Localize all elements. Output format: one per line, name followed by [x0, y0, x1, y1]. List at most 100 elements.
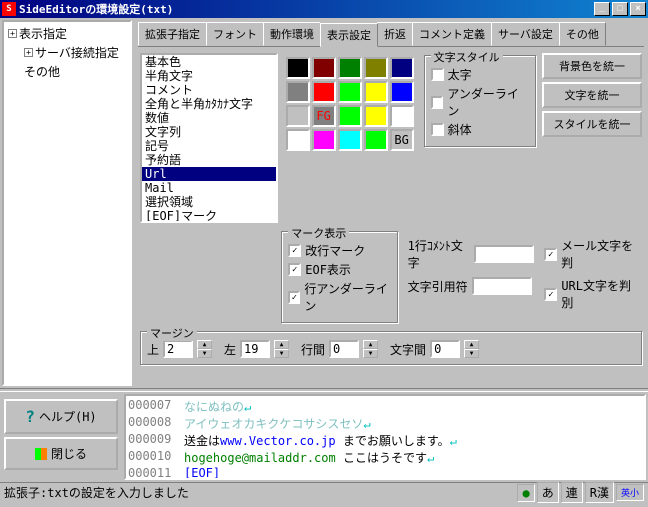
group-legend: 文字スタイル	[431, 49, 503, 65]
ime-cell: 連	[561, 482, 583, 503]
help-button[interactable]: ?ヘルプ(H)	[4, 399, 118, 434]
titlebar: S SideEditorの環境設定(txt) _ □ ×	[0, 0, 648, 18]
list-item[interactable]: 数値	[142, 111, 276, 125]
color-swatch[interactable]	[390, 57, 414, 79]
color-swatch[interactable]	[390, 81, 414, 103]
tree-item[interactable]: +表示指定	[6, 24, 128, 43]
list-item[interactable]: 選択領域	[142, 195, 276, 209]
list-item[interactable]: 全角と半角ｶﾀｶﾅ文字	[142, 97, 276, 111]
mark-display-group: マーク表示 ✓改行マーク ✓EOF表示 ✓行アンダーライン	[281, 231, 397, 323]
group-legend: マーク表示	[288, 225, 349, 241]
label: 閉じる	[51, 445, 87, 462]
label: 改行マーク	[305, 242, 365, 259]
quote-char-input[interactable]	[472, 277, 532, 295]
underline-checkbox[interactable]	[431, 96, 444, 109]
unify-style-button[interactable]: スタイルを統一	[542, 111, 642, 137]
minimize-button[interactable]: _	[594, 2, 610, 16]
tab-フォント[interactable]: フォント	[206, 22, 264, 46]
color-swatch[interactable]	[338, 57, 362, 79]
expand-icon[interactable]: +	[24, 48, 33, 57]
label: EOF表示	[305, 261, 351, 278]
color-swatch[interactable]	[286, 57, 310, 79]
preview-pane: 000007なにぬねの↵000008アイウェオカキクケコサシスセソ↵000009…	[124, 394, 646, 480]
tab-その他[interactable]: その他	[559, 22, 606, 46]
bold-checkbox[interactable]	[431, 68, 444, 81]
spin-down[interactable]: ▼	[464, 349, 479, 358]
list-item[interactable]: 文字列	[142, 125, 276, 139]
crlf-mark-checkbox[interactable]: ✓	[288, 244, 301, 257]
spin-down[interactable]: ▼	[197, 349, 212, 358]
color-swatch[interactable]	[312, 57, 336, 79]
category-tree[interactable]: +表示指定 +サーバ接続指定 その他	[2, 20, 132, 386]
color-swatch[interactable]	[338, 105, 362, 127]
tab-bar: 拡張子指定フォント動作環境表示設定折返コメント定義サーバ設定その他	[138, 22, 644, 47]
tab-表示設定[interactable]: 表示設定	[320, 23, 378, 47]
color-swatch[interactable]	[364, 57, 388, 79]
spin-down[interactable]: ▼	[274, 349, 289, 358]
color-swatch[interactable]	[338, 129, 362, 151]
ime-cell: あ	[537, 482, 559, 503]
detect-url-checkbox[interactable]: ✓	[544, 288, 557, 301]
margin-left-input[interactable]	[240, 340, 270, 358]
margin-top-label: 上	[147, 341, 159, 358]
tree-label: その他	[24, 63, 60, 80]
char-space-label: 文字間	[390, 341, 426, 358]
margin-group: マージン 上 ▲▼ 左 ▲▼ 行間 ▲▼ 文字間 ▲▼	[140, 331, 642, 365]
spin-up[interactable]: ▲	[197, 340, 212, 349]
list-item[interactable]: 基本色	[142, 55, 276, 69]
window-title: SideEditorの環境設定(txt)	[19, 1, 594, 17]
list-item[interactable]: コメント	[142, 83, 276, 97]
color-palette: FG BG	[286, 57, 414, 151]
char-space-input[interactable]	[430, 340, 460, 358]
list-item[interactable]: Url	[142, 167, 276, 181]
tab-折返[interactable]: 折返	[377, 22, 413, 46]
tab-拡張子指定[interactable]: 拡張子指定	[138, 22, 207, 46]
help-icon: ?	[25, 407, 35, 426]
list-item[interactable]: 半角文字	[142, 69, 276, 83]
spin-up[interactable]: ▲	[464, 340, 479, 349]
color-swatch[interactable]	[364, 129, 388, 151]
color-swatch[interactable]	[286, 81, 310, 103]
list-item[interactable]: Mail	[142, 181, 276, 195]
tab-動作環境[interactable]: 動作環境	[263, 22, 321, 46]
color-swatch[interactable]	[364, 105, 388, 127]
list-item[interactable]: 予約語	[142, 153, 276, 167]
detect-mail-checkbox[interactable]: ✓	[544, 248, 557, 261]
line-comment-input[interactable]	[474, 245, 534, 263]
color-swatch[interactable]	[286, 129, 310, 151]
color-swatch[interactable]	[286, 105, 310, 127]
color-swatch[interactable]	[338, 81, 362, 103]
close-button[interactable]: 閉じる	[4, 437, 118, 470]
expand-icon[interactable]: +	[8, 29, 17, 38]
spin-up[interactable]: ▲	[363, 340, 378, 349]
line-underline-checkbox[interactable]: ✓	[288, 291, 300, 304]
spin-up[interactable]: ▲	[274, 340, 289, 349]
unify-charcolor-button[interactable]: 文字を統一	[542, 82, 642, 108]
color-swatch[interactable]	[312, 129, 336, 151]
list-item[interactable]: [EOF]マーク	[142, 209, 276, 223]
color-swatch[interactable]	[312, 81, 336, 103]
tree-item[interactable]: +サーバ接続指定	[6, 43, 128, 62]
app-icon: S	[2, 2, 16, 16]
color-category-list[interactable]: 基本色半角文字コメント全角と半角ｶﾀｶﾅ文字数値文字列記号予約語UrlMail選…	[140, 53, 278, 223]
label: URL文字を判別	[561, 277, 642, 311]
spin-down[interactable]: ▼	[363, 349, 378, 358]
color-swatch[interactable]: BG	[390, 129, 414, 151]
status-bar: 拡張子:txtの設定を入力しました ● あ 連 R漢 英小	[0, 482, 648, 502]
tree-item[interactable]: その他	[6, 62, 128, 81]
color-swatch[interactable]: FG	[312, 105, 336, 127]
italic-checkbox[interactable]	[431, 123, 444, 136]
maximize-button[interactable]: □	[612, 2, 628, 16]
margin-top-input[interactable]	[163, 340, 193, 358]
tab-サーバ設定[interactable]: サーバ設定	[491, 22, 560, 46]
list-item[interactable]: 記号	[142, 139, 276, 153]
color-swatch[interactable]	[364, 81, 388, 103]
eof-display-checkbox[interactable]: ✓	[288, 263, 301, 276]
close-window-button[interactable]: ×	[630, 2, 646, 16]
line-space-input[interactable]	[329, 340, 359, 358]
label: ヘルプ(H)	[39, 408, 97, 425]
line-comment-label: 1行ｺﾒﾝﾄ文字	[408, 237, 471, 271]
unify-bgcolor-button[interactable]: 背景色を統一	[542, 53, 642, 79]
tab-コメント定義[interactable]: コメント定義	[412, 22, 492, 46]
color-swatch[interactable]	[390, 105, 414, 127]
